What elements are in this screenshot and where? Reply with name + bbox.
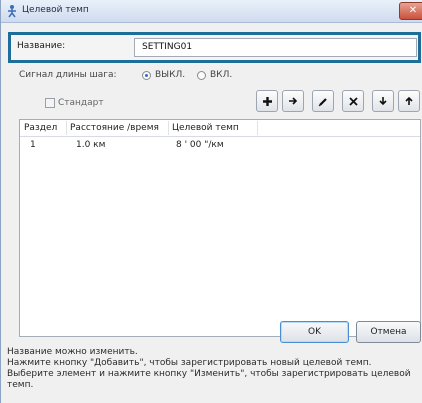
radio-off-dot[interactable] <box>142 70 151 80</box>
column-header-section[interactable]: Раздел <box>24 123 57 133</box>
help-line: темп. <box>7 380 34 390</box>
radio-off-label: ВЫКЛ. <box>155 70 186 80</box>
cancel-button[interactable]: Отмена <box>356 321 421 343</box>
close-button[interactable]: ✕ <box>399 2 422 20</box>
delete-icon <box>348 96 358 106</box>
help-text: Название можно изменить. Нажмите кнопку … <box>7 347 421 391</box>
radio-off[interactable]: ВЫКЛ. <box>142 70 185 80</box>
column-divider[interactable] <box>257 121 258 135</box>
radio-on-dot[interactable] <box>197 70 206 80</box>
dialog-window: Целевой темп ✕ Название: SETTING01 Сигна… <box>0 0 422 403</box>
add-button[interactable] <box>256 90 278 112</box>
arrow-up-icon <box>405 96 413 105</box>
name-field-highlight: Название: SETTING01 <box>8 32 421 63</box>
edit-button[interactable] <box>312 90 334 112</box>
title-bar[interactable]: Целевой темп ✕ <box>1 0 422 23</box>
cell-pace: 8 ' 00 "/км <box>176 140 224 150</box>
column-header-pace[interactable]: Целевой темп <box>172 123 239 133</box>
move-down-button[interactable] <box>372 90 394 112</box>
table-row[interactable]: 1 1.0 км 8 ' 00 "/км <box>20 138 420 152</box>
standard-checkbox-box[interactable] <box>45 98 55 108</box>
app-icon <box>8 5 16 18</box>
standard-checkbox[interactable]: Стандарт <box>45 98 104 108</box>
name-label: Название: <box>17 41 66 51</box>
help-line: Нажмите кнопку "Добавить", чтобы зарегис… <box>7 358 372 368</box>
cell-distance: 1.0 км <box>76 140 106 150</box>
close-icon: ✕ <box>408 5 418 16</box>
ok-button[interactable]: OK <box>280 321 349 343</box>
delete-button[interactable] <box>342 90 364 112</box>
pencil-icon <box>318 97 327 106</box>
help-line: Название можно изменить. <box>7 347 138 357</box>
arrow-right-icon <box>289 97 298 105</box>
pace-list[interactable]: Раздел Расстояние /время Целевой темп 1 … <box>19 119 421 337</box>
move-right-button[interactable] <box>282 90 304 112</box>
radio-on-label: ВКЛ. <box>210 70 233 80</box>
radio-on[interactable]: ВКЛ. <box>197 70 232 80</box>
name-input[interactable]: SETTING01 <box>134 38 417 57</box>
cell-section: 1 <box>30 140 36 150</box>
column-divider[interactable] <box>168 121 169 135</box>
help-line: Выберите элемент и нажмите кнопку "Измен… <box>7 369 411 379</box>
column-header-distance[interactable]: Расстояние /время <box>70 123 159 133</box>
plus-icon <box>262 96 272 106</box>
list-header: Раздел Расстояние /время Целевой темп <box>20 120 420 137</box>
arrow-down-icon <box>379 97 387 106</box>
standard-checkbox-label: Стандарт <box>58 98 104 108</box>
column-divider[interactable] <box>66 121 67 135</box>
window-title: Целевой темп <box>22 5 89 15</box>
move-up-button[interactable] <box>398 90 420 112</box>
step-signal-label: Сигнал длины шага: <box>19 70 117 80</box>
